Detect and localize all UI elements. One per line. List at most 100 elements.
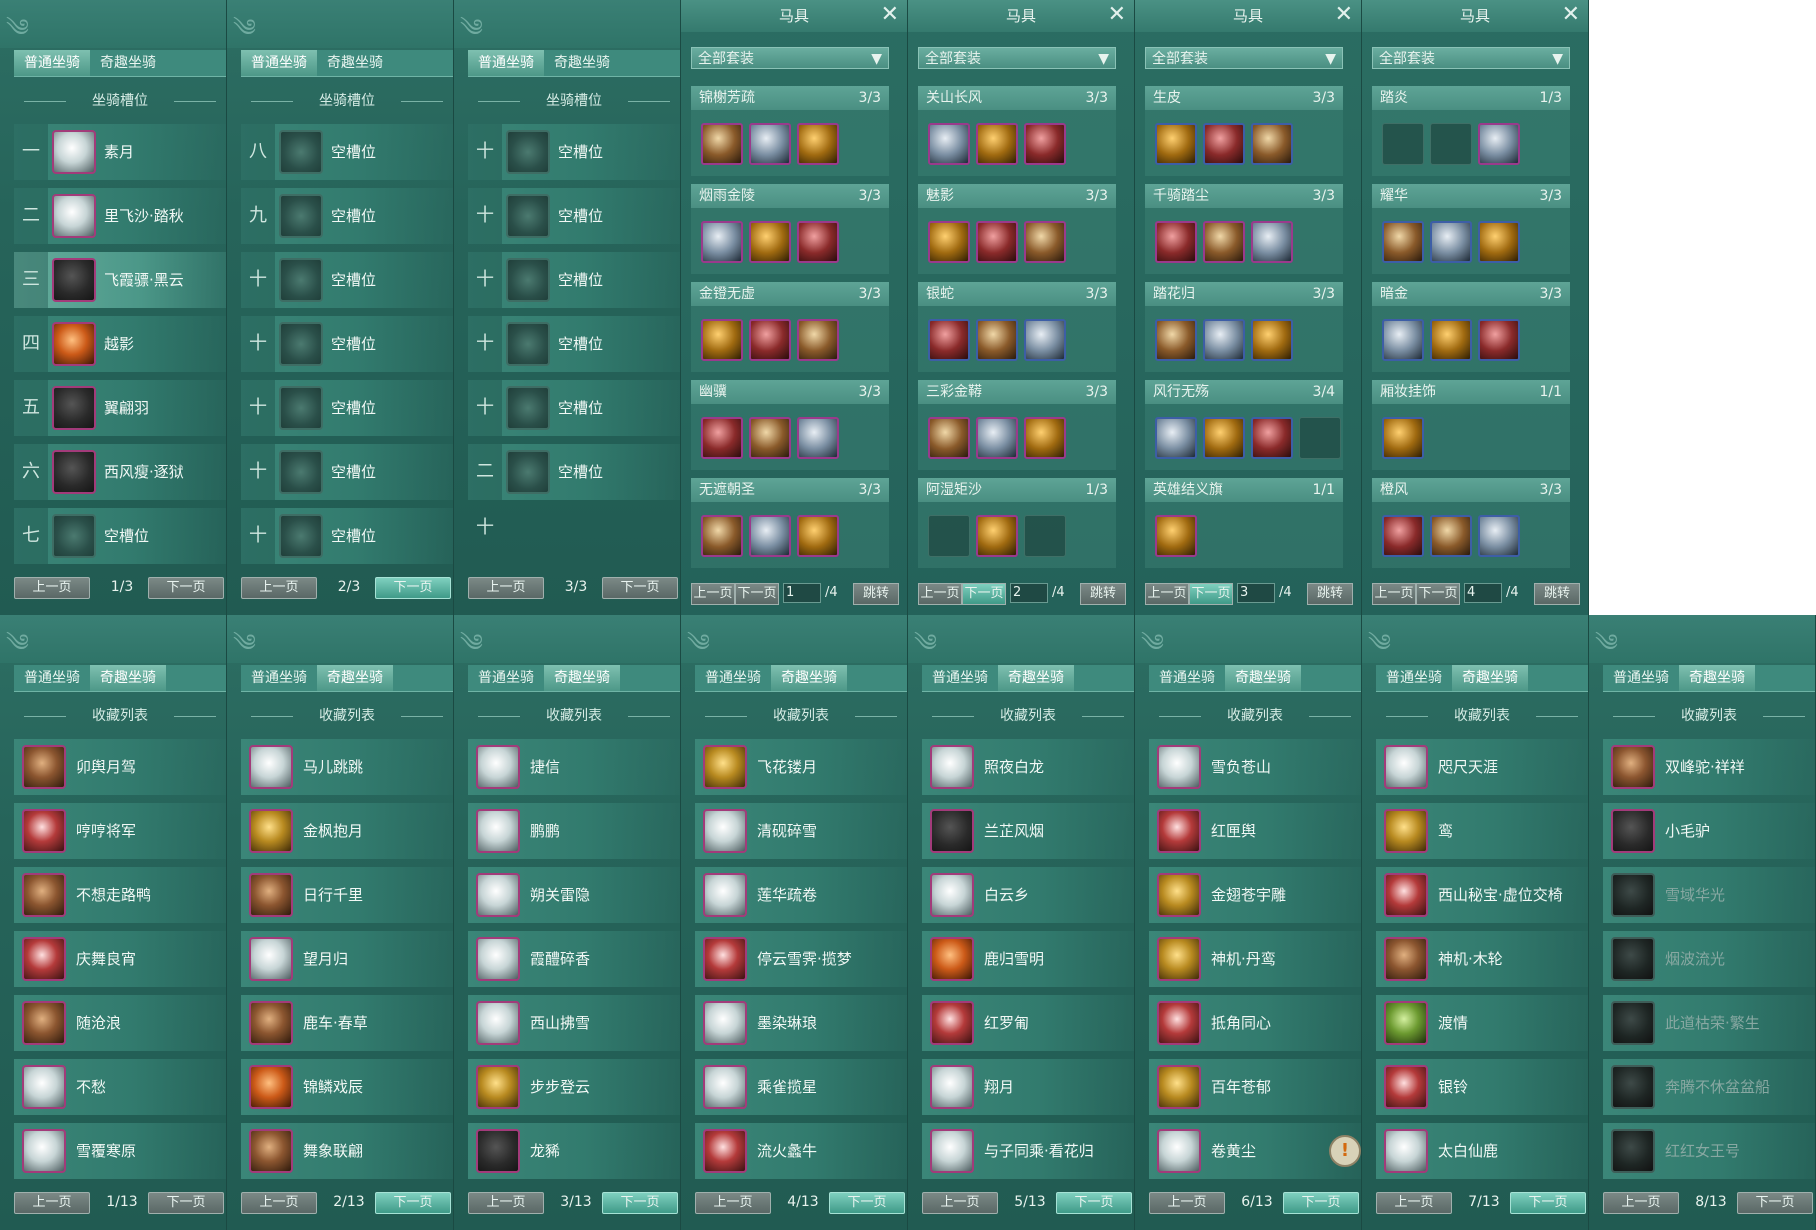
gear-item-icon[interactable] [1478, 123, 1520, 165]
gear-item-icon[interactable] [701, 417, 743, 459]
gear-item-icon[interactable] [928, 221, 970, 263]
page-number-input[interactable]: 1 [783, 583, 821, 603]
gear-item-icon[interactable] [928, 123, 970, 165]
collection-list-item[interactable]: 红罗匍 [922, 995, 1134, 1051]
collection-list-item[interactable]: 翔月 [922, 1059, 1134, 1115]
tab-normal-mounts[interactable]: 普通坐骑 [241, 665, 317, 691]
jump-button[interactable]: 跳转 [1307, 583, 1353, 605]
collection-list-item[interactable]: 随沧浪 [14, 995, 226, 1051]
gear-item-icon[interactable] [1155, 515, 1197, 557]
close-icon[interactable]: ✕ [881, 2, 899, 28]
gear-item-icon[interactable] [1251, 417, 1293, 459]
gear-item-icon[interactable] [1155, 417, 1197, 459]
next-page-button[interactable]: 下一页 [1510, 1192, 1586, 1214]
page-number-input[interactable]: 3 [1237, 583, 1275, 603]
prev-page-button[interactable]: 上一页 [14, 1192, 90, 1214]
prev-page-button[interactable]: 上一页 [918, 583, 962, 605]
collection-list-item[interactable]: 清砚碎雪 [695, 803, 907, 859]
collection-list-item[interactable]: 神机·丹鸾 [1149, 931, 1361, 987]
gear-item-icon[interactable] [1024, 123, 1066, 165]
next-page-button[interactable]: 下一页 [1189, 583, 1233, 605]
gear-item-icon[interactable] [797, 515, 839, 557]
gear-item-icon[interactable] [1382, 221, 1424, 263]
collection-list-item[interactable]: 鹏鹏 [468, 803, 680, 859]
tab-fun-mounts[interactable]: 奇趣坐骑 [90, 665, 166, 691]
collection-list-item[interactable]: 莲华疏卷 [695, 867, 907, 923]
gear-item-icon[interactable] [749, 123, 791, 165]
next-page-button[interactable]: 下一页 [735, 583, 779, 605]
gear-item-icon[interactable] [976, 221, 1018, 263]
jump-button[interactable]: 跳转 [1534, 583, 1580, 605]
tab-normal-mounts[interactable]: 普通坐骑 [1603, 665, 1679, 691]
gear-item-icon[interactable] [1430, 221, 1472, 263]
next-page-button[interactable]: 下一页 [1416, 583, 1460, 605]
collection-list-item[interactable]: 鸾 [1376, 803, 1588, 859]
collection-list-item[interactable]: 日行千里 [241, 867, 453, 923]
collection-list-item[interactable]: 龙豨 [468, 1123, 680, 1179]
mount-slot-row[interactable]: 一 素月 [14, 124, 226, 180]
mount-slot-row[interactable]: 九 空槽位 [241, 188, 453, 244]
next-page-button[interactable]: 下一页 [1737, 1192, 1813, 1214]
collection-list-item[interactable]: 雪覆寒原 [14, 1123, 226, 1179]
gear-item-icon[interactable] [797, 319, 839, 361]
jump-button[interactable]: 跳转 [853, 583, 899, 605]
collection-list-item[interactable]: 流火蠡牛 [695, 1123, 907, 1179]
gear-item-icon[interactable] [797, 123, 839, 165]
close-icon[interactable]: ✕ [1335, 2, 1353, 28]
next-page-button[interactable]: 下一页 [829, 1192, 905, 1214]
tab-fun-mounts[interactable]: 奇趣坐骑 [317, 50, 393, 76]
mount-slot-row[interactable]: 十四 空槽位 [241, 508, 453, 602]
collection-list-item[interactable]: 奔腾不休盆盆船 [1603, 1059, 1815, 1115]
gear-item-icon[interactable] [976, 515, 1018, 557]
collection-list-item[interactable]: 乘雀揽星 [695, 1059, 907, 1115]
collection-list-item[interactable]: 银铃 [1376, 1059, 1588, 1115]
collection-list-item[interactable]: 锦鳞戏辰 [241, 1059, 453, 1115]
tab-normal-mounts[interactable]: 普通坐骑 [241, 50, 317, 76]
mount-slot-row[interactable]: 二十 空槽位 [468, 444, 680, 538]
tab-fun-mounts[interactable]: 奇趣坐骑 [544, 50, 620, 76]
collection-list-item[interactable]: 霞醴碎香 [468, 931, 680, 987]
collection-list-item[interactable]: 照夜白龙 [922, 739, 1134, 795]
next-page-button[interactable]: 下一页 [962, 583, 1006, 605]
tab-normal-mounts[interactable]: 普通坐骑 [695, 665, 771, 691]
next-page-button[interactable]: 下一页 [1283, 1192, 1359, 1214]
gear-item-icon[interactable] [1382, 417, 1424, 459]
gear-item-icon[interactable] [1382, 515, 1424, 557]
next-page-button[interactable]: 下一页 [602, 1192, 678, 1214]
tab-normal-mounts[interactable]: 普通坐骑 [468, 50, 544, 76]
prev-page-button[interactable]: 上一页 [468, 577, 544, 599]
collection-list-item[interactable]: 神机·木轮 [1376, 931, 1588, 987]
collection-list-item[interactable]: 咫尺天涯 [1376, 739, 1588, 795]
collection-list-item[interactable]: 鹿归雪明 [922, 931, 1134, 987]
next-page-button[interactable]: 下一页 [375, 1192, 451, 1214]
gear-item-icon[interactable] [1024, 319, 1066, 361]
collection-list-item[interactable]: 西山拂雪 [468, 995, 680, 1051]
gear-item-icon[interactable] [701, 319, 743, 361]
prev-page-button[interactable]: 上一页 [241, 1192, 317, 1214]
next-page-button[interactable]: 下一页 [375, 577, 451, 599]
next-page-button[interactable]: 下一页 [148, 577, 224, 599]
gear-item-icon[interactable] [797, 221, 839, 263]
tab-normal-mounts[interactable]: 普通坐骑 [468, 665, 544, 691]
collection-list-item[interactable]: 红匣舆 [1149, 803, 1361, 859]
collection-list-item[interactable]: 不想走路鸭 [14, 867, 226, 923]
gear-item-icon[interactable] [976, 417, 1018, 459]
collection-list-item[interactable]: 西山秘宝·虚位交椅 [1376, 867, 1588, 923]
gear-item-icon[interactable] [701, 515, 743, 557]
gear-item-icon[interactable] [749, 515, 791, 557]
gear-item-icon[interactable] [1203, 123, 1245, 165]
collection-list-item[interactable]: 兰芷风烟 [922, 803, 1134, 859]
gear-item-icon[interactable] [701, 123, 743, 165]
gear-item-icon[interactable] [701, 221, 743, 263]
collection-list-item[interactable]: 庆舞良宵 [14, 931, 226, 987]
tab-fun-mounts[interactable]: 奇趣坐骑 [998, 665, 1074, 691]
prev-page-button[interactable]: 上一页 [691, 583, 735, 605]
gear-item-icon[interactable] [1024, 221, 1066, 263]
tab-normal-mounts[interactable]: 普通坐骑 [1149, 665, 1225, 691]
collection-list-item[interactable]: 双峰驼·祥祥 [1603, 739, 1815, 795]
prev-page-button[interactable]: 上一页 [14, 577, 90, 599]
collection-list-item[interactable]: 渡情 [1376, 995, 1588, 1051]
mount-slot-row[interactable]: 十五 空槽位 [468, 124, 680, 218]
collection-list-item[interactable]: 与子同乘·看花归 [922, 1123, 1134, 1179]
gear-item-icon[interactable] [976, 319, 1018, 361]
